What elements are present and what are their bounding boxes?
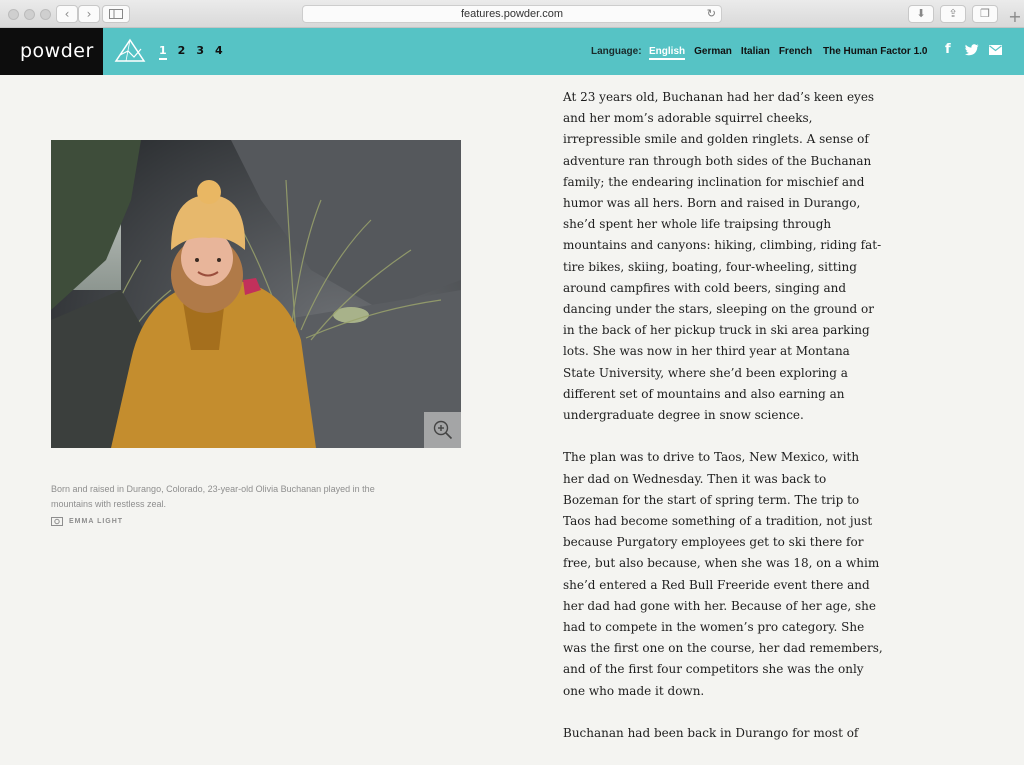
- download-icon: ⬇: [916, 7, 926, 20]
- language-nav: English German Italian French: [649, 46, 812, 60]
- back-button[interactable]: ‹: [56, 5, 78, 23]
- mountain-logo-icon[interactable]: [114, 37, 146, 65]
- close-window-button[interactable]: [8, 9, 19, 20]
- photographer-name: EMMA LIGHT: [69, 517, 124, 525]
- language-german[interactable]: German: [694, 46, 732, 60]
- sidebar-toggle-button[interactable]: [102, 5, 130, 23]
- reload-icon[interactable]: ↻: [707, 6, 716, 22]
- email-icon[interactable]: [989, 45, 1002, 55]
- chapter-link-3[interactable]: 3: [196, 44, 204, 60]
- language-label: Language:: [591, 46, 642, 57]
- chapter-link-1[interactable]: 1: [159, 44, 167, 60]
- site-header: powder 1 2 3 4 Language: English German …: [0, 28, 1024, 75]
- downloads-button[interactable]: ⬇: [908, 5, 934, 23]
- url-text: features.powder.com: [460, 8, 564, 20]
- language-french[interactable]: French: [779, 46, 812, 60]
- twitter-icon[interactable]: [965, 44, 979, 56]
- new-tab-button[interactable]: +: [1006, 8, 1024, 26]
- minimize-window-button[interactable]: [24, 9, 35, 20]
- photo-image: [51, 140, 461, 448]
- zoom-window-button[interactable]: [40, 9, 51, 20]
- chapter-nav: 1 2 3 4: [159, 44, 223, 60]
- chapter-link-2[interactable]: 2: [178, 44, 186, 60]
- language-english[interactable]: English: [649, 46, 686, 60]
- language-italian[interactable]: Italian: [741, 46, 770, 60]
- zoom-in-icon: [433, 420, 452, 440]
- plus-icon: +: [1008, 7, 1022, 26]
- article-paragraph: The plan was to drive to Taos, New Mexic…: [563, 450, 883, 698]
- logo-text: powder: [20, 40, 94, 62]
- tabs-icon: ❐: [980, 7, 990, 20]
- address-bar[interactable]: features.powder.com ↻: [302, 5, 722, 23]
- sidebar-icon: [109, 9, 123, 19]
- chapter-link-4[interactable]: 4: [215, 44, 223, 60]
- browser-toolbar: ‹ › features.powder.com ↻ ⬇ ⇪ ❐ +: [0, 0, 1024, 28]
- forward-button[interactable]: ›: [78, 5, 100, 23]
- powder-logo[interactable]: powder: [0, 28, 103, 75]
- article-paragraph: Buchanan had been back in Durango for mo…: [563, 726, 859, 741]
- chevron-right-icon: ›: [86, 7, 92, 21]
- article-photo: [51, 140, 461, 448]
- article-paragraph: At 23 years old, Buchanan had her dad’s …: [563, 90, 882, 423]
- zoom-button[interactable]: [424, 412, 461, 448]
- share-button[interactable]: ⇪: [940, 5, 966, 23]
- facebook-icon[interactable]: f: [945, 42, 951, 57]
- camera-icon: [51, 517, 63, 526]
- series-link[interactable]: The Human Factor 1.0: [823, 46, 927, 57]
- chevron-left-icon: ‹: [64, 7, 70, 21]
- tabs-overview-button[interactable]: ❐: [972, 5, 998, 23]
- photo-caption: Born and raised in Durango, Colorado, 23…: [51, 484, 375, 509]
- photo-credit: EMMA LIGHT: [51, 516, 123, 526]
- share-icon: ⇪: [948, 7, 958, 20]
- article-body: At 23 years old, Buchanan had her dad’s …: [563, 87, 883, 765]
